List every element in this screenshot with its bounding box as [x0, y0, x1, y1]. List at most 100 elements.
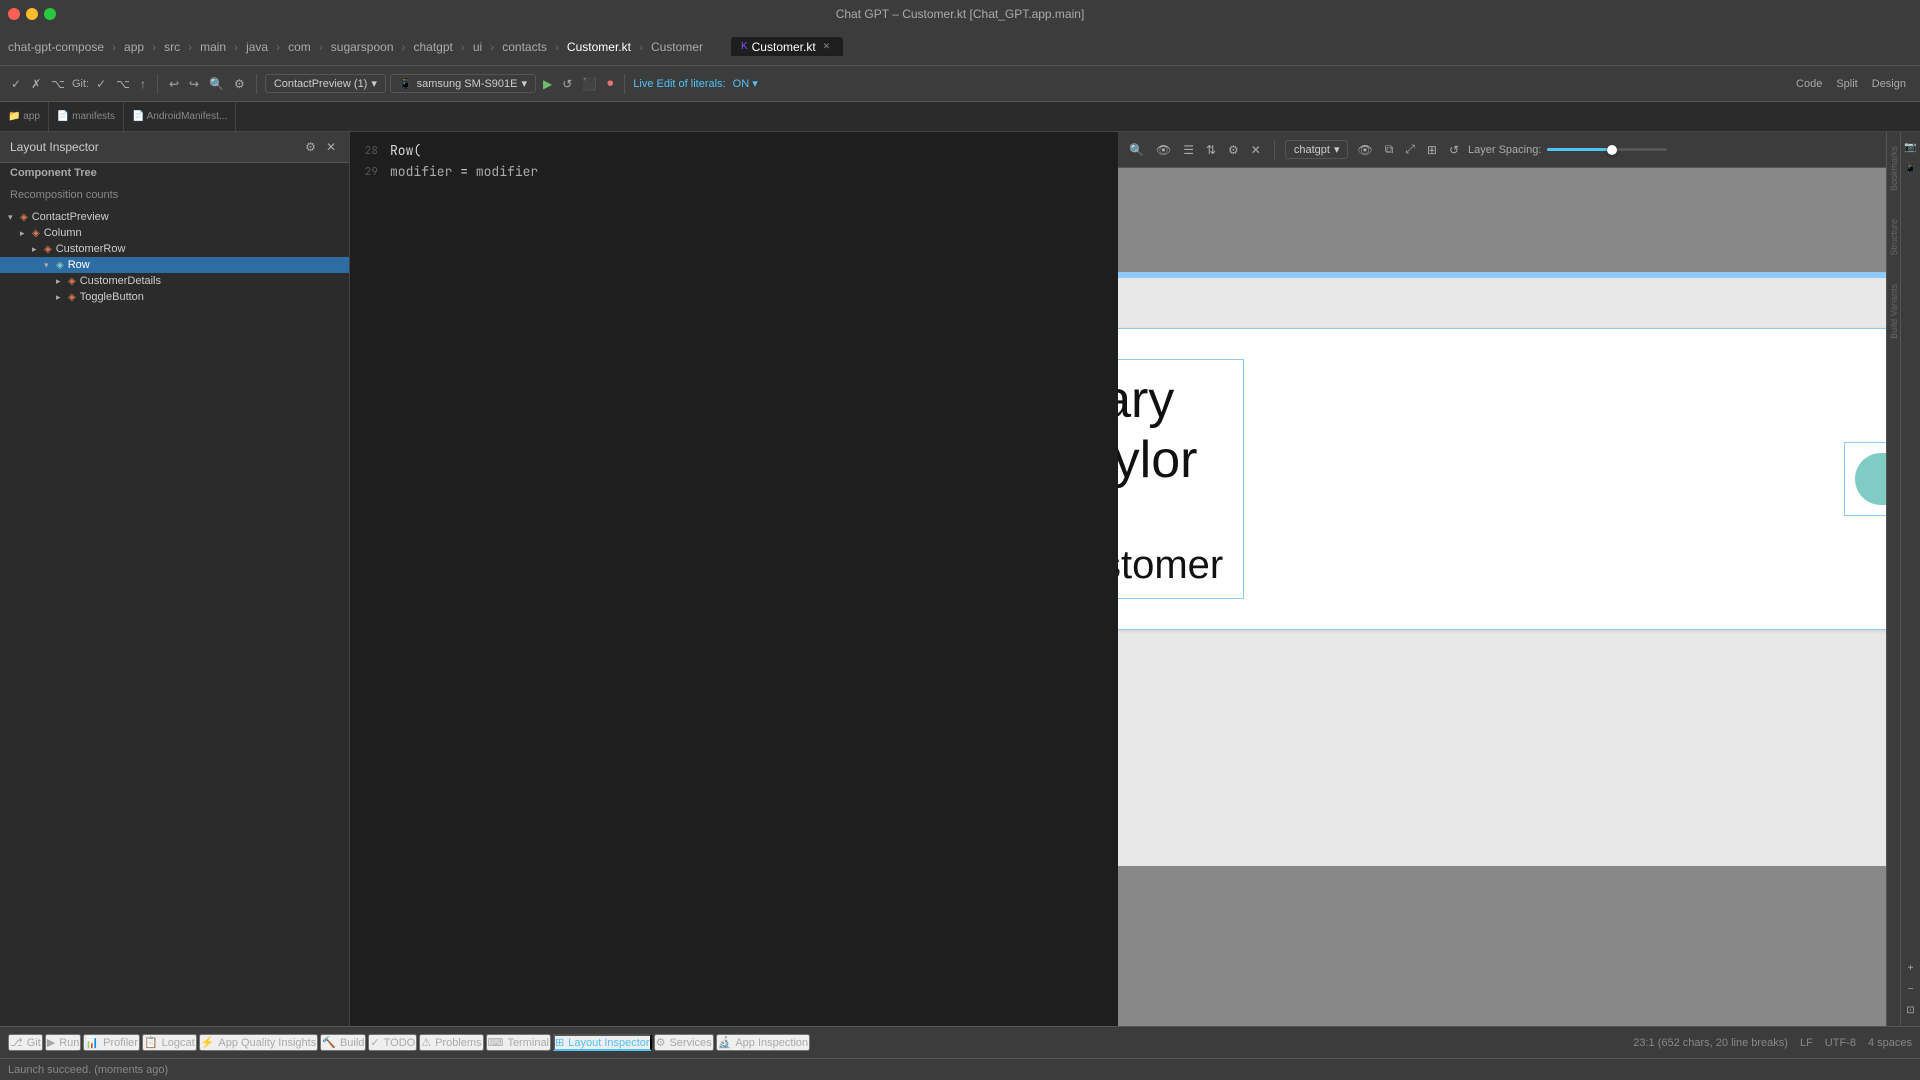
toggle-button-box	[1844, 442, 1886, 516]
nav-chatgpt[interactable]: chatgpt	[414, 40, 453, 54]
todo-tab[interactable]: ✓ TODO	[368, 1034, 417, 1051]
tree-item-row[interactable]: ▾ ◈ Row	[0, 257, 349, 273]
git-tab[interactable]: ⎇ Git	[8, 1034, 43, 1051]
sort-button[interactable]: ⇅	[1203, 141, 1219, 159]
layout-inspector-title: Layout Inspector	[10, 140, 99, 154]
list-view-button[interactable]: ☰	[1180, 141, 1197, 159]
copy-icon[interactable]: ⧉	[1382, 140, 1397, 159]
build-tab-icon: 🔨	[322, 1036, 336, 1049]
compose-icon-customer-details: ◈	[68, 276, 76, 287]
sidebar-bookmarks[interactable]: Bookmarks	[1889, 142, 1899, 195]
tree-item-customer-row[interactable]: ▸ ◈ CustomerRow	[0, 241, 349, 257]
fit-icon[interactable]: ⊡	[1903, 1003, 1917, 1018]
git-action-push[interactable]: ↑	[137, 75, 149, 93]
design-view-button[interactable]: Design	[1866, 76, 1912, 92]
undo-button[interactable]: ↩	[166, 75, 182, 93]
record-button[interactable]: ⏺	[604, 74, 616, 93]
preview-body: Mary Taylor Vip customer	[1118, 278, 1886, 866]
settings-button[interactable]: ⚙	[231, 75, 248, 93]
nav-customer[interactable]: Customer	[651, 40, 703, 54]
nav-ui[interactable]: ui	[473, 40, 482, 54]
chatgpt-dropdown[interactable]: chatgpt ▾	[1285, 140, 1349, 159]
device-selector[interactable]: 📱 samsung SM-S901E ▾	[390, 74, 536, 93]
sync-icon[interactable]: ↺	[1446, 141, 1462, 159]
device-icon[interactable]: 📱	[1901, 161, 1919, 176]
live-edit-label: Live Edit of literals: ON ▾	[633, 77, 757, 90]
app-inspection-tab[interactable]: 🔬 App Inspection	[716, 1034, 810, 1051]
toggle-switch[interactable]	[1855, 453, 1886, 505]
component-tree: ▾ ◈ ContactPreview ▸ ◈ Column ▸ ◈ Custom…	[0, 205, 349, 1026]
services-tab[interactable]: ⚙ Services	[654, 1034, 714, 1051]
close-button[interactable]	[8, 8, 20, 20]
nav-java[interactable]: java	[246, 40, 268, 54]
redo-button[interactable]: ↪	[186, 75, 202, 93]
terminal-tab[interactable]: ⌨ Terminal	[486, 1034, 551, 1051]
problems-tab[interactable]: ⚠ Problems	[419, 1034, 483, 1051]
layout-inspector-tab[interactable]: ⊞ Layout Inspector	[553, 1034, 652, 1051]
build-tab[interactable]: 🔨 Build	[320, 1034, 366, 1051]
layer-spacing-slider[interactable]	[1547, 148, 1667, 151]
nav-main[interactable]: main	[200, 40, 226, 54]
logcat-tab-icon: 📋	[144, 1036, 158, 1049]
preview-top-gray	[1118, 188, 1886, 278]
settings-icon[interactable]: ⚙	[302, 138, 319, 156]
zoom-out-icon[interactable]: −	[1905, 982, 1917, 997]
nav-com[interactable]: com	[288, 40, 311, 54]
run-preview-button[interactable]: ▶	[540, 75, 555, 93]
close-tab-button[interactable]: ✕	[820, 39, 834, 54]
git-x-icon[interactable]: ✗	[28, 75, 44, 93]
main-area: Layout Inspector ⚙ ✕ Component Tree Reco…	[0, 132, 1920, 1026]
customer-details-box: Mary Taylor Vip customer	[1118, 359, 1244, 599]
tree-item-customer-details[interactable]: ▸ ◈ CustomerDetails	[0, 273, 349, 289]
bottom-tabs-bar: ⎇ Git ▶ Run 📊 Profiler 📋 Logcat ⚡ App Qu…	[0, 1026, 1920, 1058]
tree-item-contact-preview[interactable]: ▾ ◈ ContactPreview	[0, 209, 349, 225]
app-quality-tab[interactable]: ⚡ App Quality Insights	[199, 1034, 319, 1051]
profiler-tab[interactable]: 📊 Profiler	[83, 1034, 140, 1051]
search-everywhere-button[interactable]: 🔍	[206, 75, 227, 93]
file-tab-customer-kt[interactable]: K Customer.kt ✕	[731, 37, 843, 56]
nav-src[interactable]: src	[164, 40, 180, 54]
search-preview-button[interactable]: 🔍	[1126, 141, 1147, 159]
services-tab-label: Services	[669, 1037, 711, 1049]
nav-contacts[interactable]: contacts	[502, 40, 547, 54]
git-action-branch[interactable]: ⌥	[113, 75, 133, 93]
nav-customer-kt[interactable]: Customer.kt	[567, 40, 631, 54]
maximize-button[interactable]	[44, 8, 56, 20]
sidebar-build-variants[interactable]: Build Variants	[1889, 280, 1899, 343]
git-branch-icon[interactable]: ⌥	[48, 75, 68, 93]
profiler-tab-icon: 📊	[85, 1036, 99, 1049]
split-view-button[interactable]: Split	[1830, 76, 1863, 92]
code-view-button[interactable]: Code	[1790, 76, 1828, 92]
expand-icon[interactable]: ⤢	[1402, 140, 1418, 159]
zoom-in-icon[interactable]: +	[1905, 961, 1917, 976]
stop-button[interactable]: ⬛	[579, 75, 600, 93]
git-bar: Launch succeed. (moments ago)	[0, 1058, 1920, 1080]
logcat-tab[interactable]: 📋 Logcat	[142, 1034, 197, 1051]
git-check-icon[interactable]: ✓	[8, 75, 24, 93]
chevron-down-icon-3: ▾	[752, 78, 758, 90]
camera-icon[interactable]: 📷	[1901, 140, 1919, 155]
minimize-button[interactable]	[26, 8, 38, 20]
overlay-icon[interactable]: ⊞	[1424, 141, 1440, 159]
nav-app[interactable]: app	[124, 40, 144, 54]
code-line-28: 28 Row(	[350, 140, 1118, 161]
layout-inspector-header: Layout Inspector ⚙ ✕	[0, 132, 349, 163]
nav-sugarspoon[interactable]: sugarspoon	[331, 40, 394, 54]
preview-toolbar-separator	[1274, 140, 1275, 160]
contact-preview-selector[interactable]: ContactPreview (1) ▾	[265, 74, 386, 93]
nav-chat-gpt-compose[interactable]: chat-gpt-compose	[8, 40, 104, 54]
close-panel-button[interactable]: ✕	[323, 138, 339, 156]
git-action-check[interactable]: ✓	[93, 75, 109, 93]
settings-preview-button[interactable]: ⚙	[1225, 141, 1242, 159]
eye-icon-2[interactable]: 👁	[1354, 141, 1375, 159]
git-status-message: Launch succeed. (moments ago)	[8, 1064, 168, 1076]
code-editor: 28 Row( 29 modifier = modifier	[350, 132, 1118, 1026]
run-tab[interactable]: ▶ Run	[45, 1034, 82, 1051]
refresh-button[interactable]: ↺	[559, 75, 575, 93]
eye-preview-button[interactable]: 👁	[1153, 141, 1174, 159]
tree-item-toggle-button[interactable]: ▸ ◈ ToggleButton	[0, 289, 349, 305]
sidebar-structure[interactable]: Structure	[1889, 215, 1899, 260]
toolbar-separator-3	[624, 74, 625, 94]
tree-item-column[interactable]: ▸ ◈ Column	[0, 225, 349, 241]
close-preview-button[interactable]: ✕	[1248, 141, 1264, 159]
